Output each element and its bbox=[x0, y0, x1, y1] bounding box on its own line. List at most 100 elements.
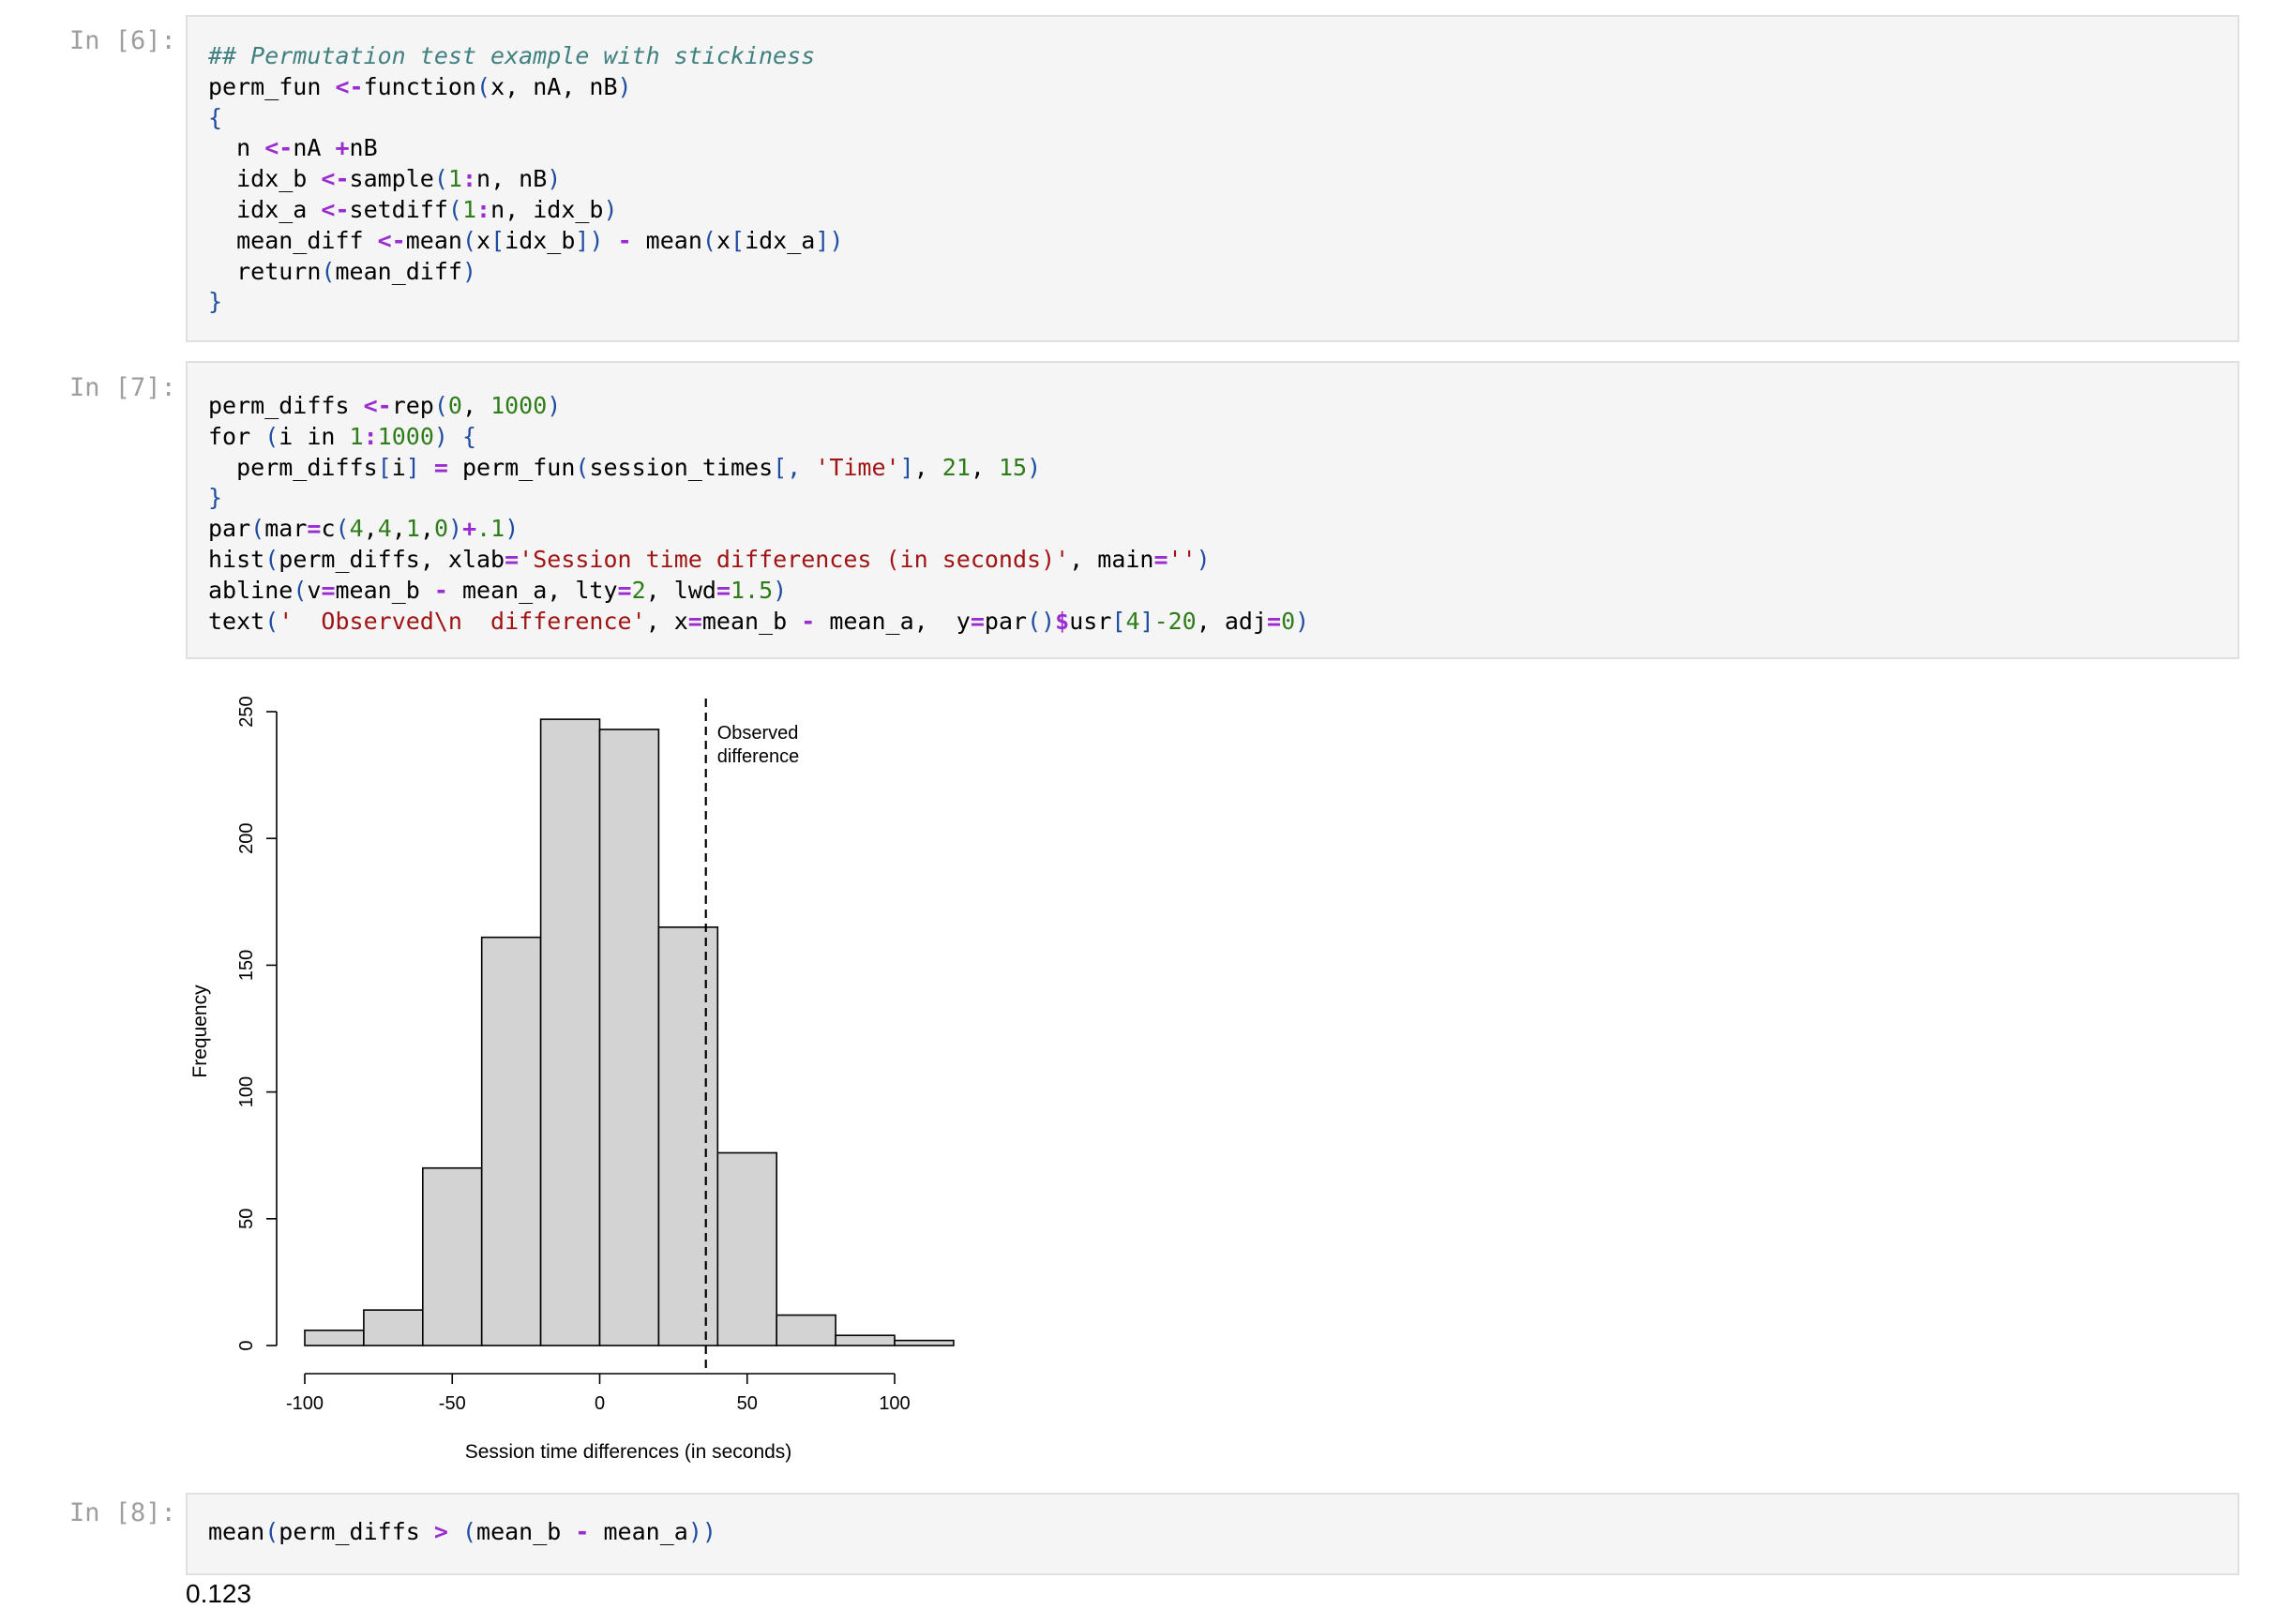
code-token: )) bbox=[687, 1518, 716, 1545]
code-block-7[interactable]: perm_diffs <-rep(0, 1000) for (i in 1:10… bbox=[208, 391, 1309, 637]
code-token: > bbox=[433, 1518, 448, 1545]
observed-difference-label: difference bbox=[717, 746, 799, 767]
code-token: ( bbox=[321, 257, 336, 285]
code-token: ( bbox=[264, 545, 279, 573]
histogram-bar bbox=[716, 1151, 777, 1346]
code-token: idx_a bbox=[745, 226, 816, 254]
cell-prompt-6: In [6]: bbox=[69, 26, 176, 55]
code-token: perm_diffs, xlab bbox=[279, 545, 505, 573]
code-token: () bbox=[1027, 607, 1056, 635]
code-cell-8[interactable]: mean(perm_diffs > (mean_b - mean_a)) bbox=[186, 1493, 2239, 1575]
code-token: 'Session time differences (in seconds)' bbox=[519, 545, 1070, 573]
code-line: perm_diffs[i] = perm_fun(session_times[,… bbox=[208, 454, 1041, 481]
code-token: <- bbox=[264, 134, 294, 162]
code-token: [ bbox=[490, 226, 505, 254]
code-token: 15 bbox=[998, 453, 1028, 481]
code-token: function bbox=[363, 72, 476, 100]
code-token: x, nA, nB bbox=[490, 72, 618, 100]
output-result: 0.123 bbox=[186, 1579, 252, 1608]
code-token: 1 bbox=[349, 422, 364, 450]
code-token: = bbox=[970, 607, 985, 635]
code-token: = bbox=[617, 576, 632, 604]
code-token: 4 bbox=[377, 515, 392, 543]
y-tick-label: 200 bbox=[236, 823, 257, 854]
code-token: ( bbox=[575, 453, 590, 481]
code-token: ) bbox=[617, 72, 632, 100]
code-token: 2 bbox=[631, 576, 646, 604]
code-token: ( bbox=[433, 392, 448, 419]
code-token: <- bbox=[335, 72, 364, 100]
code-token: [ bbox=[731, 226, 746, 254]
code-line: text(' Observed\n difference', x=mean_b … bbox=[208, 608, 1309, 635]
cell-prompt-7: In [7]: bbox=[69, 373, 176, 402]
code-token: = bbox=[1267, 607, 1282, 635]
code-cell-6[interactable]: ## Permutation test example with stickin… bbox=[186, 15, 2239, 342]
code-token: 'Time' bbox=[815, 453, 900, 481]
code-token: 0 bbox=[447, 392, 462, 419]
code-line: par(mar=c(4,4,1,0)+.1) bbox=[208, 515, 519, 542]
y-tick-label: 100 bbox=[236, 1076, 257, 1107]
code-token: , bbox=[419, 515, 434, 543]
code-line: ## Permutation test example with stickin… bbox=[208, 42, 815, 69]
code-token: perm_fun bbox=[461, 453, 576, 481]
code-token: ) bbox=[1295, 607, 1310, 635]
histogram-bar bbox=[657, 926, 719, 1346]
code-token: <- bbox=[363, 392, 392, 419]
x-tick-label: 0 bbox=[595, 1393, 605, 1414]
code-token: v bbox=[307, 576, 322, 604]
code-token: rep bbox=[391, 392, 434, 419]
code-line: for (i in 1:1000) { bbox=[208, 423, 476, 450]
code-token: = bbox=[687, 607, 702, 635]
code-token: mean_a, y bbox=[815, 607, 971, 635]
code-token: ) bbox=[547, 392, 562, 419]
code-token: , bbox=[970, 453, 999, 481]
code-token: perm_diffs bbox=[279, 1518, 434, 1545]
code-token: - bbox=[603, 226, 646, 254]
histogram-bar bbox=[539, 718, 601, 1346]
y-tick-label: 250 bbox=[236, 696, 257, 727]
code-line: mean_diff <-mean(x[idx_b]) - mean(x[idx_… bbox=[208, 227, 843, 254]
cell-prompt-8: In [8]: bbox=[69, 1498, 176, 1527]
code-token: .1 bbox=[476, 515, 505, 543]
code-token: ' Observed\n difference' bbox=[279, 607, 646, 635]
code-token: ) bbox=[773, 576, 788, 604]
code-block-6[interactable]: ## Permutation test example with stickin… bbox=[208, 41, 843, 318]
histogram-bar bbox=[363, 1309, 424, 1346]
code-token: - bbox=[575, 1518, 590, 1545]
code-token: 1.5 bbox=[731, 576, 774, 604]
code-token: <- bbox=[377, 226, 406, 254]
code-token: mean_b bbox=[335, 576, 434, 604]
y-tick-label: 0 bbox=[236, 1340, 257, 1350]
code-token: - bbox=[801, 607, 816, 635]
code-line: n <-nA +nB bbox=[208, 134, 378, 161]
code-token: + bbox=[335, 134, 350, 162]
code-line: abline(v=mean_b - mean_a, lty=2, lwd=1.5… bbox=[208, 577, 787, 604]
code-token: return bbox=[208, 257, 322, 285]
code-token: , bbox=[391, 515, 406, 543]
code-block-8[interactable]: mean(perm_diffs > (mean_b - mean_a)) bbox=[208, 1517, 716, 1548]
code-line: perm_diffs <-rep(0, 1000) bbox=[208, 392, 561, 419]
code-token: ( bbox=[293, 576, 308, 604]
code-token: : bbox=[363, 422, 378, 450]
code-token: 0 bbox=[1281, 607, 1296, 635]
code-token: mean bbox=[645, 226, 702, 254]
histogram-bar bbox=[598, 729, 660, 1346]
code-cell-7[interactable]: perm_diffs <-rep(0, 1000) for (i in 1:10… bbox=[186, 361, 2239, 659]
code-token: 0 bbox=[433, 515, 448, 543]
code-token: ) bbox=[505, 515, 520, 543]
code-token: mean_diff bbox=[335, 257, 462, 285]
code-token: [, bbox=[773, 453, 816, 481]
code-token: 1000 bbox=[377, 422, 434, 450]
code-token: mean_diff bbox=[208, 226, 378, 254]
histogram-bar bbox=[422, 1166, 483, 1346]
code-token: ( bbox=[447, 195, 462, 223]
code-token: : bbox=[461, 165, 477, 193]
code-token: ## Permutation test example with stickin… bbox=[208, 42, 816, 69]
code-line: perm_fun <-function(x, nA, nB) bbox=[208, 73, 632, 100]
histogram-chart: -100 -50 0 50 100 0 50 100 150 200 250 Session time… bbox=[189, 696, 955, 1463]
code-token: , lwd bbox=[645, 576, 716, 604]
code-line: return(mean_diff) bbox=[208, 258, 476, 285]
code-token: par bbox=[984, 607, 1028, 635]
code-line: } bbox=[208, 484, 222, 511]
code-token: par bbox=[208, 515, 251, 543]
